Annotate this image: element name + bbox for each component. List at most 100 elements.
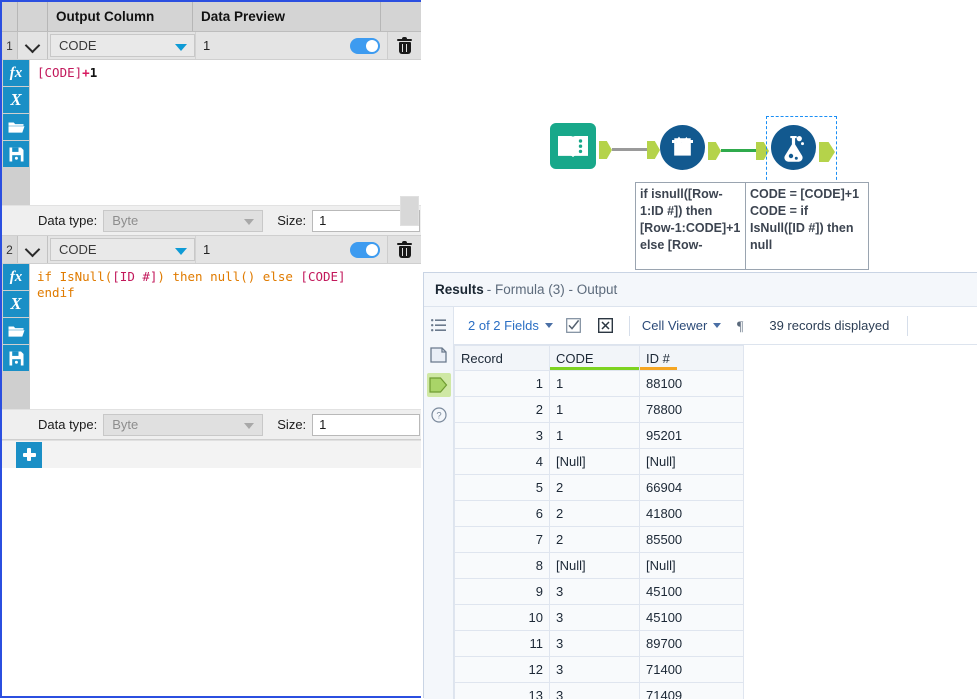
- cell-viewer-selector[interactable]: Cell Viewer: [642, 318, 722, 333]
- formula-row-1-preview: 1: [195, 32, 343, 59]
- table-row[interactable]: 9 3 45100: [455, 579, 744, 605]
- formula-row-1-enable-toggle[interactable]: [343, 32, 387, 59]
- column-header-record[interactable]: Record: [455, 346, 550, 371]
- folder-open-icon: [8, 324, 25, 338]
- fields-selector[interactable]: 2 of 2 Fields: [468, 318, 553, 333]
- scrollbar-thumb[interactable]: [401, 197, 418, 225]
- save-expression-button[interactable]: [3, 141, 29, 167]
- cell-code: 2: [550, 475, 640, 501]
- formula-row-1-collapse-toggle[interactable]: [18, 32, 48, 59]
- cell-record: 12: [455, 657, 550, 683]
- formula-row-2-index: 2: [2, 236, 18, 263]
- cell-id: 88100: [640, 371, 744, 397]
- formula-row-1-footer: Data type: Byte Size: 1: [2, 205, 421, 235]
- chevron-down-icon: [26, 42, 39, 50]
- input-data-output-anchor[interactable]: [599, 141, 612, 159]
- table-row[interactable]: 1 1 88100: [455, 371, 744, 397]
- table-row[interactable]: 11 3 89700: [455, 631, 744, 657]
- cell-id: 78800: [640, 397, 744, 423]
- cell-code: 1: [550, 397, 640, 423]
- help-icon[interactable]: ?: [427, 403, 451, 427]
- table-row[interactable]: 2 1 78800: [455, 397, 744, 423]
- cell-id: 85500: [640, 527, 744, 553]
- connection-multirow-to-formula[interactable]: [721, 149, 758, 152]
- save-disk-icon: [9, 351, 24, 366]
- table-row[interactable]: 4 [Null] [Null]: [455, 449, 744, 475]
- column-header-id[interactable]: ID #: [640, 346, 744, 371]
- formula-row-1-expression-editor[interactable]: [CODE]+1: [30, 60, 421, 205]
- formula-row-2-output-column-select[interactable]: CODE: [50, 238, 195, 261]
- question-circle-icon: ?: [431, 407, 447, 423]
- formula-row-1-datatype-value: Byte: [112, 213, 138, 228]
- metadata-icon[interactable]: [427, 343, 451, 367]
- insert-variable-button[interactable]: X: [3, 87, 29, 113]
- multirow-input-anchor[interactable]: [647, 141, 660, 159]
- formula-row-2-size-input[interactable]: 1: [312, 414, 420, 436]
- workflow-canvas[interactable]: if isnull([Row-1:ID #]) then [Row-1:CODE…: [423, 0, 977, 272]
- results-side-rail: ?: [424, 307, 454, 699]
- formula-row-1-output-column-select[interactable]: CODE: [50, 34, 195, 57]
- multirow-formula-annotation[interactable]: if isnull([Row-1:ID #]) then [Row-1:CODE…: [635, 182, 746, 270]
- table-row[interactable]: 6 2 41800: [455, 501, 744, 527]
- formula-row-1-delete-button[interactable]: [387, 32, 421, 59]
- cell-id: 89700: [640, 631, 744, 657]
- formula-row-2-datatype-label: Data type:: [38, 417, 97, 432]
- formula-row-1-datatype-select[interactable]: Byte: [103, 210, 263, 232]
- add-formula-row: [2, 440, 421, 468]
- results-grid-wrapper[interactable]: Record CODE ID #: [454, 345, 977, 699]
- formula-tool-annotation[interactable]: CODE = [CODE]+1CODE = if IsNull([ID #]) …: [745, 182, 869, 270]
- config-panel-scrollbar[interactable]: [400, 196, 419, 226]
- results-body: ? 2 of 2 Fields: [424, 307, 977, 699]
- insert-function-button[interactable]: fx: [3, 264, 29, 290]
- table-row[interactable]: 10 3 45100: [455, 605, 744, 631]
- formula-row-2-collapse-toggle[interactable]: [18, 236, 48, 263]
- input-data-tool[interactable]: [550, 123, 596, 172]
- insert-variable-button[interactable]: X: [3, 291, 29, 317]
- page-corner-icon: [430, 347, 447, 363]
- messages-icon[interactable]: [427, 313, 451, 337]
- cell-record: 9: [455, 579, 550, 605]
- chevron-down-icon: [713, 323, 721, 328]
- formula-row-2-delete-button[interactable]: [387, 236, 421, 263]
- connection-input-to-multirow[interactable]: [612, 148, 649, 151]
- cell-code: 3: [550, 579, 640, 605]
- column-header-code[interactable]: CODE: [550, 346, 640, 371]
- cell-id: 45100: [640, 605, 744, 631]
- open-expression-button[interactable]: [3, 114, 29, 140]
- table-row[interactable]: 3 1 95201: [455, 423, 744, 449]
- trash-icon: [397, 241, 412, 258]
- output-anchor-icon[interactable]: [427, 373, 451, 397]
- formula-row-1-toolbar-rail: fx X: [2, 60, 30, 205]
- formula-output-anchor[interactable]: [819, 142, 832, 160]
- cell-id: 71400: [640, 657, 744, 683]
- multi-row-formula-tool[interactable]: [660, 125, 705, 173]
- save-expression-button[interactable]: [3, 345, 29, 371]
- open-expression-button[interactable]: [3, 318, 29, 344]
- formula-row-2-enable-toggle[interactable]: [343, 236, 387, 263]
- formula-row-2-datatype-select[interactable]: Byte: [103, 414, 263, 436]
- formula-row-2-body: fx X if IsNull([ID #]: [2, 264, 421, 409]
- table-row[interactable]: 12 3 71400: [455, 657, 744, 683]
- formula-row-2-preview: 1: [195, 236, 343, 263]
- cell-code: [Null]: [550, 553, 640, 579]
- chevron-down-icon: [244, 219, 254, 225]
- book-icon: [550, 123, 596, 169]
- cell-id: 66904: [640, 475, 744, 501]
- table-row[interactable]: 8 [Null] [Null]: [455, 553, 744, 579]
- select-all-fields-button[interactable]: [563, 316, 585, 336]
- table-row[interactable]: 13 3 71409: [455, 683, 744, 699]
- formula-row-2-expression-editor[interactable]: if IsNull([ID #]) then null() else [CODE…: [30, 264, 421, 409]
- formula-tool[interactable]: [771, 125, 816, 173]
- multirow-output-anchor[interactable]: [708, 142, 721, 160]
- table-row[interactable]: 7 2 85500: [455, 527, 744, 553]
- deselect-all-fields-button[interactable]: [595, 316, 617, 336]
- table-row[interactable]: 5 2 66904: [455, 475, 744, 501]
- add-formula-button[interactable]: [16, 442, 42, 468]
- results-grid-header-row: Record CODE ID #: [455, 346, 744, 371]
- show-whitespace-button[interactable]: ¶: [731, 316, 753, 336]
- header-index-cell: [2, 2, 18, 31]
- cell-id: 95201: [640, 423, 744, 449]
- formula-row-2-toolbar-rail: fx X: [2, 264, 30, 409]
- formula-row-1-index: 1: [2, 32, 18, 59]
- insert-function-button[interactable]: fx: [3, 60, 29, 86]
